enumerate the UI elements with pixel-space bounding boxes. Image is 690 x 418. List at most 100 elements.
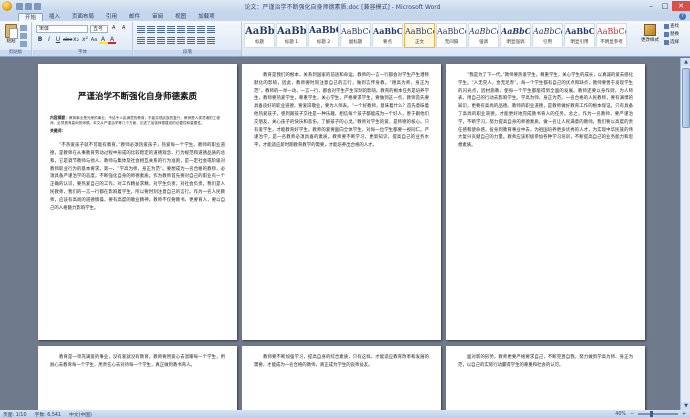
style-title[interactable]: AaBbCcDd 标题 <box>244 23 275 48</box>
shrink-font-icon[interactable]: A <box>120 25 128 33</box>
save-icon[interactable] <box>16 2 23 10</box>
style-sample: AaBbCcDd <box>373 26 403 36</box>
replace-button[interactable]: 替换 <box>664 31 688 37</box>
document-page-6[interactable]: 面对新的形势，教师更要严格要求自己，不断完善自我，努力做到学高为师、身正为范，以… <box>446 346 645 410</box>
strikethrough-button[interactable]: abe <box>63 36 72 44</box>
multilevel-list-icon[interactable] <box>157 26 165 33</box>
style-sample: AaBbCcDd <box>597 27 626 36</box>
tab-page-layout[interactable]: 页面布局 <box>66 13 100 21</box>
find-button[interactable]: 查找 <box>664 23 688 29</box>
shading-icon[interactable] <box>197 37 205 44</box>
document-page-1[interactable]: 严谨治学不断强化自身师德素质 内容摘要：教育事业是光荣的事业，不给予人民满意的教… <box>38 64 237 340</box>
style-name: 标题 2 <box>316 40 331 45</box>
highlight-button[interactable]: A <box>99 36 107 44</box>
undo-icon[interactable] <box>25 2 32 10</box>
document-page-2[interactable]: 教育是我们的根本，关系到国家的前途和命运。教师的一言一行都会对学生产生潜移默化的… <box>242 64 441 340</box>
zoom-knob[interactable] <box>649 411 653 417</box>
underline-button[interactable]: U <box>54 36 62 44</box>
tab-references[interactable]: 引用 <box>100 13 123 21</box>
distributed-icon[interactable] <box>177 37 185 44</box>
zoom-level[interactable]: 40% <box>615 412 626 417</box>
style-sample: AaBbCcDd <box>437 27 466 36</box>
language-indicator[interactable]: 中文(中国) <box>69 411 92 418</box>
change-case-button[interactable]: Aa <box>90 36 98 44</box>
paste-button[interactable]: 粘贴 <box>3 24 19 46</box>
copy-icon[interactable] <box>20 33 27 39</box>
style-sample: AaBbCcDd <box>469 27 498 36</box>
zoom-in-icon[interactable]: + <box>682 412 686 417</box>
justify-icon[interactable] <box>167 37 175 44</box>
superscript-button[interactable]: x² <box>81 36 89 44</box>
align-right-icon[interactable] <box>157 37 165 44</box>
numbering-icon[interactable] <box>147 26 155 33</box>
style-name: 强调 <box>479 40 488 45</box>
zoom-out-icon[interactable]: − <box>630 412 634 417</box>
office-button[interactable] <box>0 0 14 12</box>
tab-mailings[interactable]: 邮件 <box>123 13 146 21</box>
style-intense-quote[interactable]: AaBbCcDd 明显引用 <box>564 23 595 48</box>
decrease-indent-icon[interactable] <box>167 26 175 33</box>
style-no-spacing[interactable]: AaBbCcDd 无间隔 <box>436 23 467 48</box>
tab-view[interactable]: 视图 <box>169 13 192 21</box>
clipboard-group-label: 剪贴板 <box>0 50 31 56</box>
style-intense-emphasis[interactable]: AaBbCcDd 明显强调 <box>500 23 531 48</box>
font-size-combo[interactable]: 五号 <box>90 25 108 33</box>
style-heading-2[interactable]: AaBbC 标题 2 <box>308 23 339 48</box>
redo-icon[interactable] <box>34 2 41 10</box>
help-icon[interactable]: ? <box>679 13 686 20</box>
line-spacing-icon[interactable] <box>187 37 195 44</box>
subscript-button[interactable]: x₂ <box>72 36 80 44</box>
align-center-icon[interactable] <box>147 37 155 44</box>
scroll-up-icon[interactable]: ▲ <box>681 58 690 66</box>
change-styles-button[interactable]: 更改样式 <box>640 23 660 48</box>
style-emphasis[interactable]: AaBbCcDd 强调 <box>468 23 499 48</box>
select-button[interactable]: 选择 <box>664 39 688 45</box>
style-subtle-reference[interactable]: AaBbCcDd 不明显参考 <box>596 23 627 48</box>
document-page-4[interactable]: 教育是一项充满爱的事业，没有爱就没有教育。教师要用爱心去温暖每一个学生，用耐心去… <box>38 346 237 410</box>
maximize-button[interactable]: □ <box>658 1 672 11</box>
font-color-button[interactable]: A <box>108 36 116 44</box>
bold-button[interactable]: B <box>36 36 44 44</box>
sort-icon[interactable] <box>197 26 205 33</box>
borders-icon[interactable] <box>207 37 215 44</box>
style-name: 引用 <box>543 40 552 45</box>
style-name: 副标题 <box>348 40 363 45</box>
chinese-layout-icon[interactable] <box>187 26 195 33</box>
tab-insert[interactable]: 插入 <box>43 13 66 21</box>
abstract-label: 内容摘要： <box>50 115 69 120</box>
page-body-text: 教育是我们的根本，关系到国家的前途和命运。教师的一言一行都会对学生产生潜移默化的… <box>254 73 429 149</box>
tab-review[interactable]: 审阅 <box>146 13 169 21</box>
tab-addins[interactable]: 加载项 <box>192 13 221 21</box>
show-marks-icon[interactable] <box>207 26 215 33</box>
align-left-icon[interactable] <box>137 37 145 44</box>
format-painter-icon[interactable] <box>20 41 27 47</box>
window-controls: – □ ✕ <box>644 1 690 11</box>
word-count[interactable]: 字数: 6,541 <box>35 411 61 418</box>
keywords-label: 关键词： <box>50 128 66 134</box>
cut-icon[interactable] <box>20 25 27 31</box>
change-styles-label: 更改样式 <box>641 38 659 43</box>
grow-font-icon[interactable]: A <box>110 25 118 33</box>
document-area[interactable]: 严谨治学不断强化自身师德素质 内容摘要：教育事业是光荣的事业，不给予人民满意的教… <box>0 58 680 410</box>
increase-indent-icon[interactable] <box>177 26 185 33</box>
italic-button[interactable]: I <box>45 36 53 44</box>
style-name: 不明显参考 <box>600 40 623 45</box>
document-page-3[interactable]: “我是为了下一代。”教师要热爱学生，尊重学生，关心学生的成长，以真诚的爱去感化学… <box>446 64 645 340</box>
style-normal[interactable]: AaBbCcDd 正文 <box>404 23 435 48</box>
style-sample: AaBbCcDd <box>565 26 595 36</box>
scroll-down-icon[interactable]: ▼ <box>681 402 690 410</box>
document-page-5[interactable]: 教师要不断加强学习，提高自身的综合素质，只有这样，才能适应教育改革和发展的需要，… <box>242 346 441 410</box>
close-button[interactable]: ✕ <box>672 1 690 11</box>
style-subtitle[interactable]: AaBbCcDd 副标题 <box>340 23 371 48</box>
zoom-slider[interactable] <box>637 411 678 417</box>
minimize-button[interactable]: – <box>644 1 658 11</box>
scroll-thumb[interactable] <box>682 68 690 128</box>
vertical-scrollbar[interactable]: ▲ ▼ <box>680 58 690 410</box>
page-count[interactable]: 页面: 1/10 <box>3 411 27 418</box>
style-heading-1[interactable]: AaBbCcDd 标题 1 <box>276 23 307 48</box>
style-quote[interactable]: AaBbCcDd 引用 <box>532 23 563 48</box>
tab-home[interactable]: 开始 <box>18 13 44 21</box>
style-strong[interactable]: AaBbCcDd 要点 <box>372 23 403 48</box>
font-name-combo[interactable]: 宋体 <box>36 25 88 33</box>
bullets-icon[interactable] <box>137 26 145 33</box>
